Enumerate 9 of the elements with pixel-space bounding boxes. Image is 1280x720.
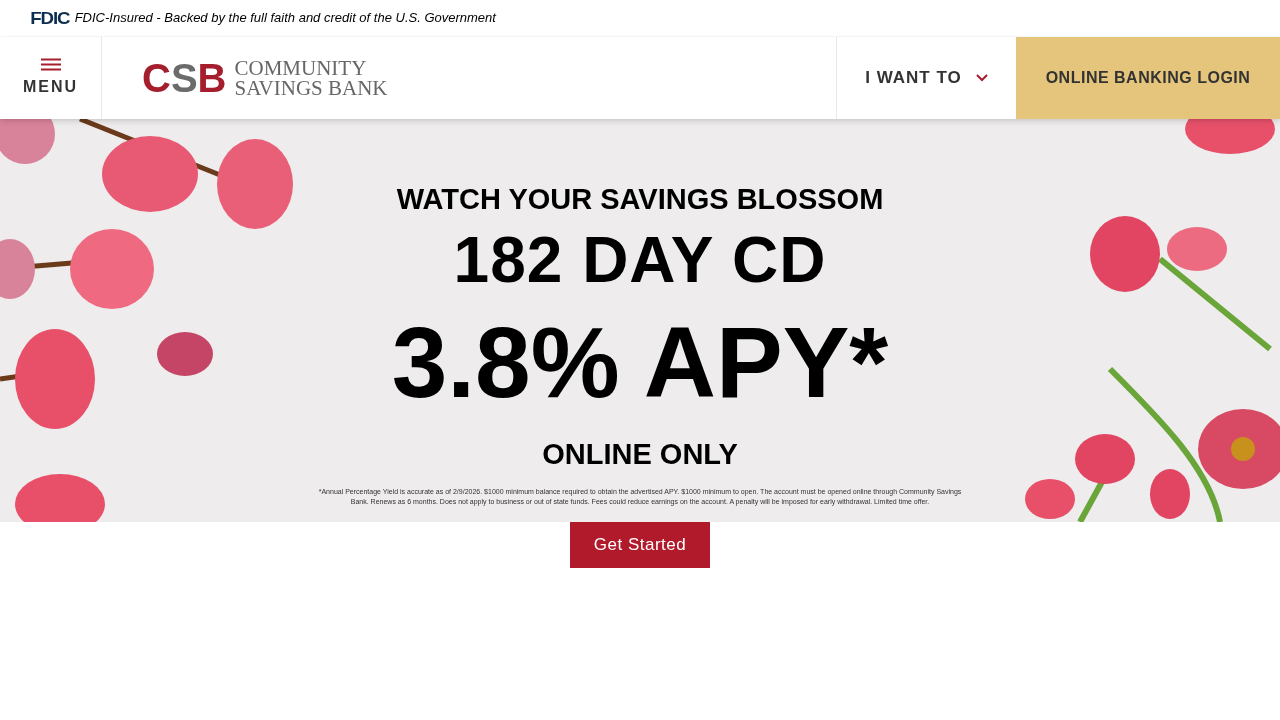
banner-kicker: WATCH YOUR SAVINGS BLOSSOM <box>396 185 884 214</box>
get-started-button[interactable]: Get Started <box>569 522 711 568</box>
banner-headline: 182 DAY CD <box>453 228 827 292</box>
fdic-notice: FDIC-Insured - Backed by the full faith and credit of the U.S. Government <box>74 9 496 28</box>
banner-tag: ONLINE ONLY <box>542 440 738 469</box>
online-banking-login-button[interactable]: ONLINE BANKING LOGIN <box>1016 37 1280 119</box>
fdic-logo: FDIC <box>30 9 70 27</box>
banner-rate: 3.8% APY* <box>391 312 889 412</box>
menu-icon <box>40 57 61 71</box>
